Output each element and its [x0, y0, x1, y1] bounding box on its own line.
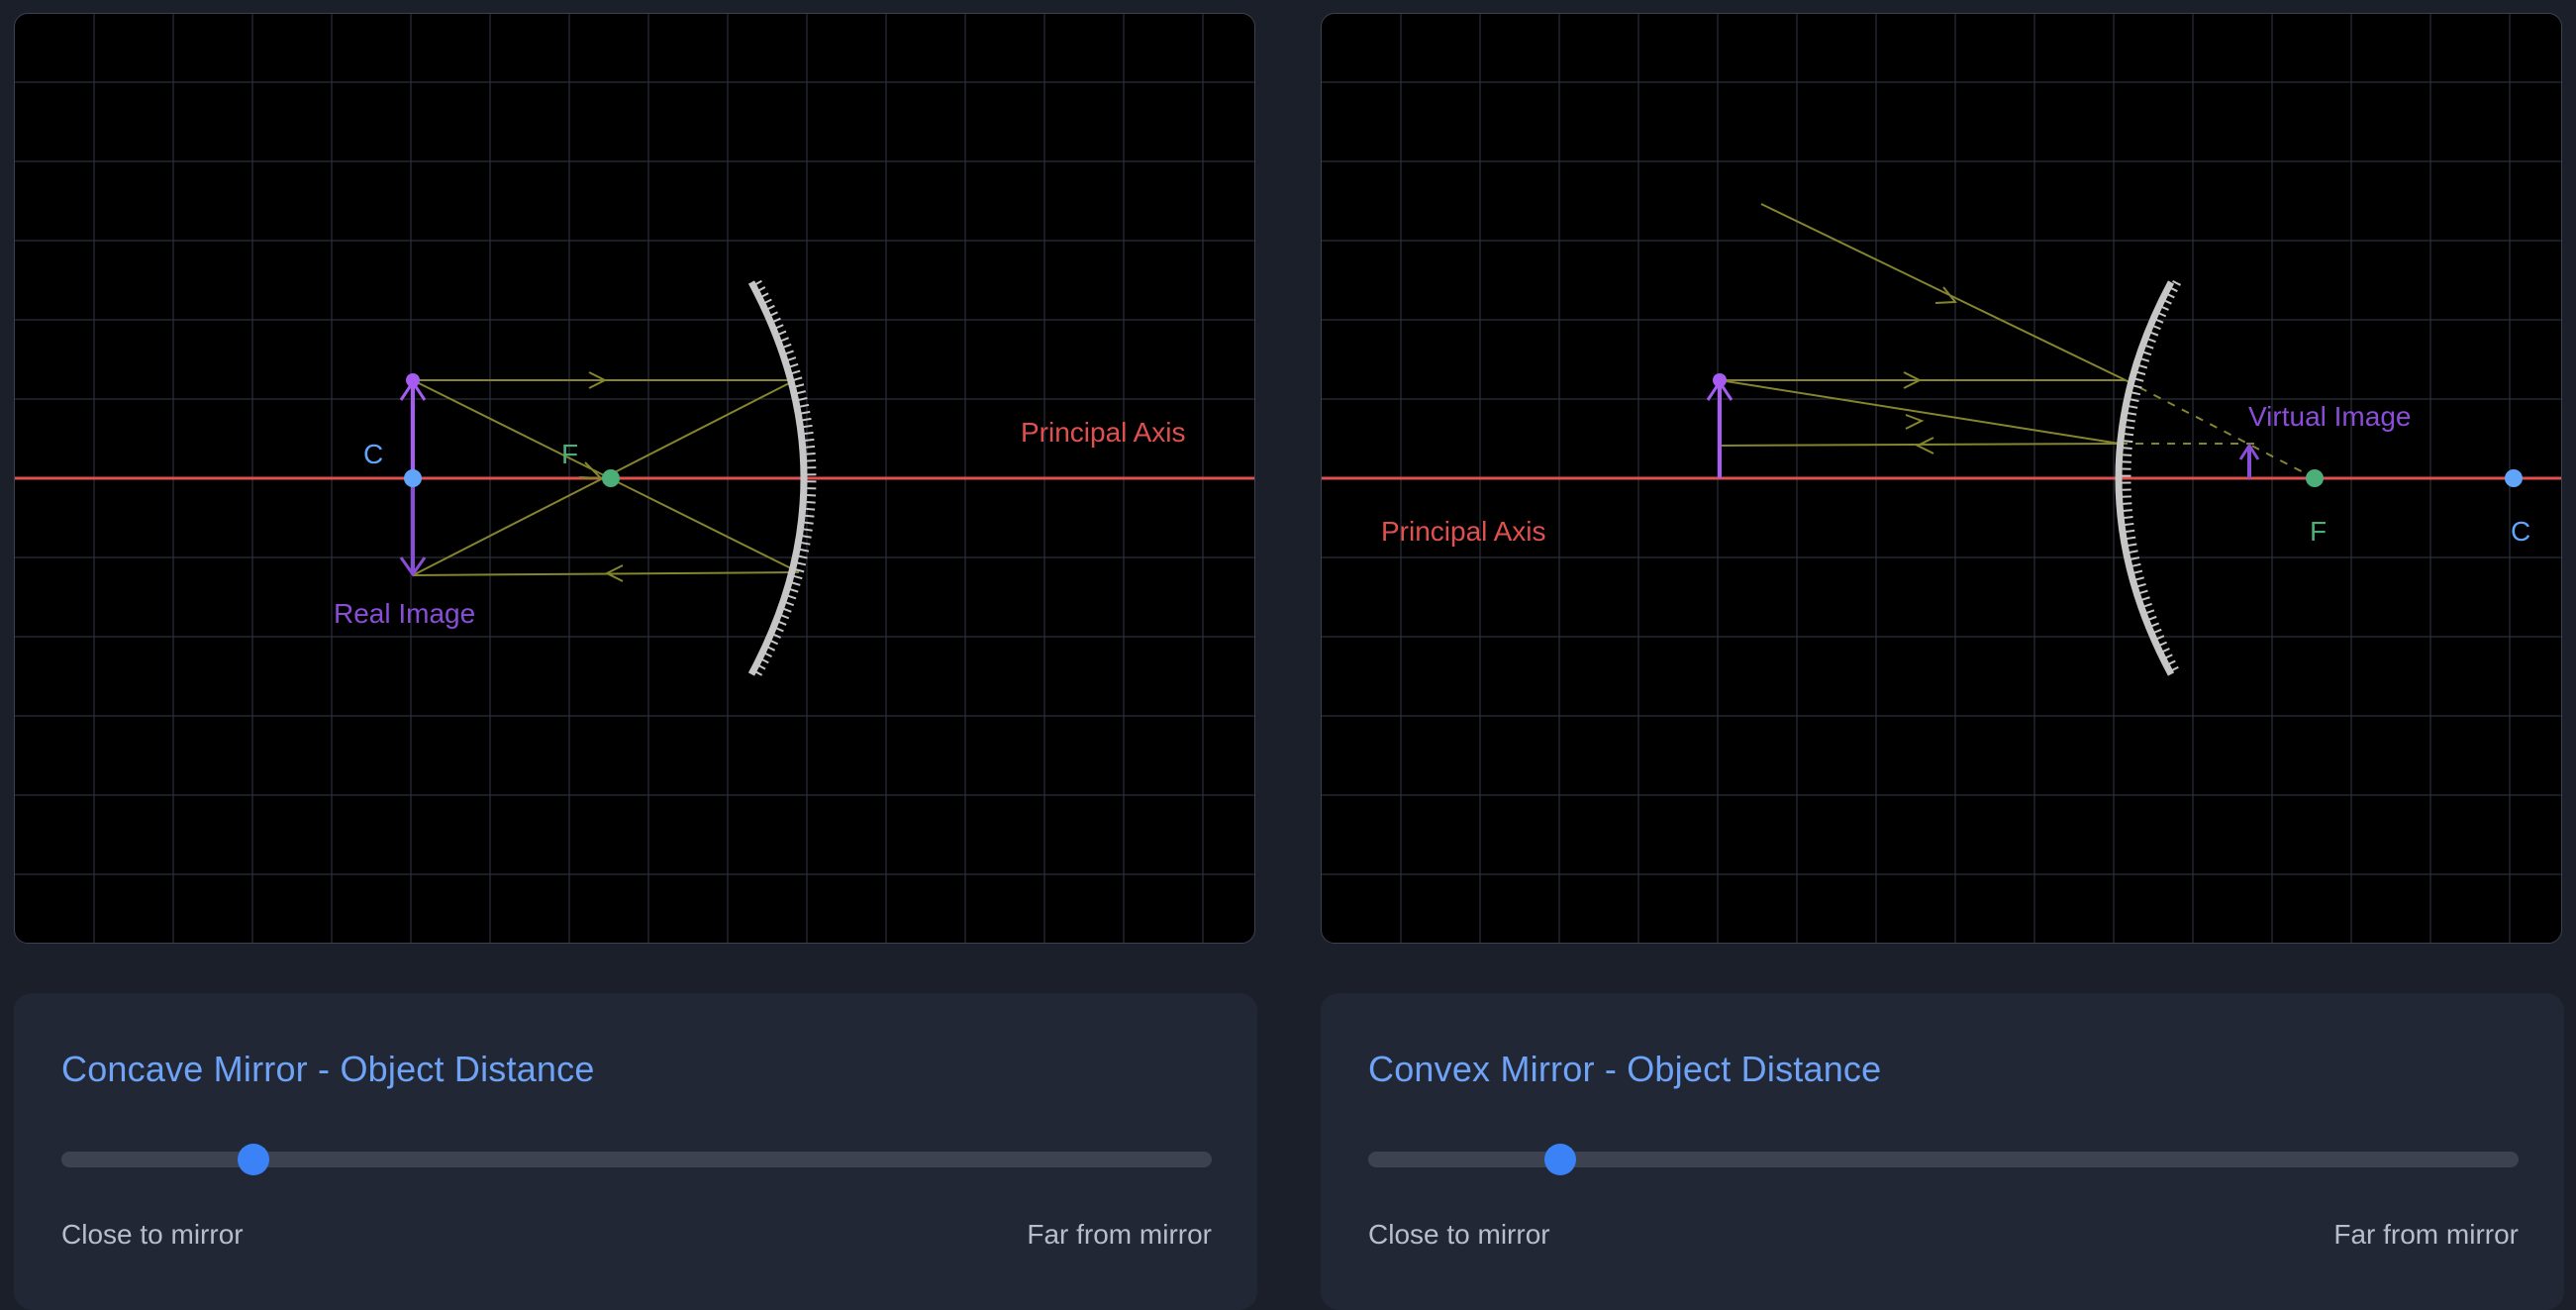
center-label: C: [363, 439, 383, 469]
convex-ray-diagram: Virtual Image Principal Axis F C: [1322, 14, 2561, 943]
center-of-curvature-point: [2505, 469, 2523, 487]
convex-panel-title: Convex Mirror - Object Distance: [1368, 1049, 1882, 1089]
ray-arrow: [1905, 414, 1925, 430]
concave-panel-title: Concave Mirror - Object Distance: [61, 1049, 595, 1089]
slider-min-label: Close to mirror: [1368, 1219, 1550, 1250]
slider-max-label: Far from mirror: [2333, 1219, 2519, 1250]
convex-object-distance-slider[interactable]: [1368, 1144, 2519, 1175]
object-tip: [1713, 373, 1727, 387]
image-label: Real Image: [334, 598, 475, 629]
focal-point: [2306, 469, 2324, 487]
focal-label: F: [2310, 516, 2327, 547]
ray-arrow: [1915, 437, 1934, 454]
reflected-ray-diverging: [1760, 203, 2127, 381]
concave-ray-diagram: C F Principal Axis Real Image: [15, 14, 1254, 943]
concave-object-distance-slider[interactable]: [61, 1144, 1212, 1175]
focal-label: F: [561, 439, 578, 469]
slider-min-label: Close to mirror: [61, 1219, 244, 1250]
light-rays: [1719, 203, 2127, 454]
principal-axis-label: Principal Axis: [1381, 516, 1546, 547]
principal-axis-label: Principal Axis: [1021, 417, 1186, 448]
convex-control-panel: Convex Mirror - Object Distance Close to…: [1321, 993, 2564, 1310]
focal-point: [602, 469, 620, 487]
image-label: Virtual Image: [2248, 401, 2411, 432]
slider-thumb[interactable]: [1544, 1144, 1577, 1175]
slider-max-label: Far from mirror: [1027, 1219, 1212, 1250]
incident-ray-toward-focus: [1719, 379, 2121, 445]
concave-mirror-canvas: C F Principal Axis Real Image: [14, 13, 1255, 944]
center-of-curvature-point: [404, 469, 422, 487]
object-tip: [406, 373, 420, 387]
convex-mirror-canvas: Virtual Image Principal Axis F C: [1321, 13, 2562, 944]
slider-thumb[interactable]: [238, 1144, 270, 1175]
center-label: C: [2511, 516, 2530, 547]
concave-control-panel: Concave Mirror - Object Distance Close t…: [14, 993, 1257, 1310]
